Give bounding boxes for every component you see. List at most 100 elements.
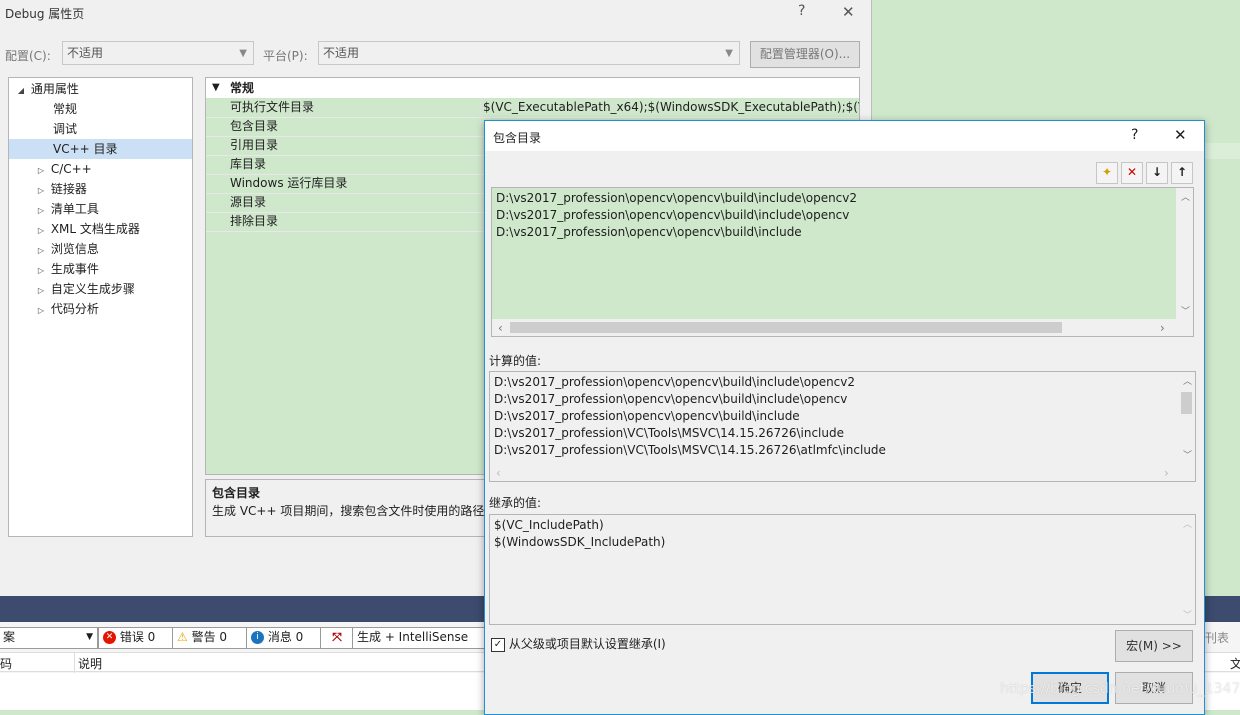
collapsed-triangle-icon: ▷ (37, 306, 45, 315)
tree-group-linker[interactable]: ▷ 链接器 (35, 179, 87, 199)
platform-label: 平台(P): (263, 49, 308, 63)
include-dirs-editor[interactable]: D:\vs2017_profession\opencv\opencv\build… (491, 187, 1194, 337)
info-icon: i (251, 631, 264, 644)
computed-line: D:\vs2017_profession\VC\Tools\MSVC\14.15… (494, 443, 886, 457)
dialog-close-icon[interactable]: ✕ (1174, 126, 1187, 144)
chevron-down-icon: ▼ (86, 632, 93, 642)
delete-icon[interactable]: ✕ (1121, 162, 1143, 184)
tree-group-build-events[interactable]: ▷ 生成事件 (35, 259, 99, 279)
collapsed-triangle-icon: ▷ (37, 266, 45, 275)
col-code[interactable]: 码 (0, 655, 12, 672)
computed-line: D:\vs2017_profession\opencv\opencv\build… (494, 392, 848, 406)
vertical-scrollbar[interactable]: ︿ ﹀ (1176, 188, 1193, 319)
chevron-left-icon[interactable]: ‹ (496, 466, 501, 480)
chevron-left-icon[interactable]: ‹ (498, 321, 503, 335)
platform-value: 不适用 (323, 46, 360, 60)
computed-line: D:\vs2017_profession\opencv\opencv\build… (494, 409, 800, 423)
chevron-down-icon: ▼ (239, 48, 247, 59)
computed-line: D:\vs2017_profession\VC\Tools\MSVC\14.15… (494, 426, 844, 440)
collapsed-triangle-icon: ▷ (37, 186, 45, 195)
macros-button[interactable]: 宏(M) >> (1115, 630, 1193, 662)
chevron-down-icon: ▼ (725, 48, 733, 59)
tree-root[interactable]: ◢ 通用属性 (15, 79, 79, 99)
collapsed-triangle-icon: ▷ (37, 286, 45, 295)
inherited-line: $(WindowsSDK_IncludePath) (494, 535, 666, 549)
grid-section-header[interactable]: ▼ 常规 (206, 78, 859, 98)
computed-values-list: D:\vs2017_profession\opencv\opencv\build… (489, 371, 1196, 482)
collapse-icon: ▼ (212, 82, 220, 93)
tree-group-manifest[interactable]: ▷ 清单工具 (35, 199, 99, 219)
dialog-help-button[interactable]: ? (1131, 127, 1138, 143)
tree-group-code-analysis[interactable]: ▷ 代码分析 (35, 299, 99, 319)
warnings-filter-button[interactable]: ⚠ 警告 0 (172, 627, 248, 649)
chevron-up-icon[interactable]: ︿ (1181, 190, 1190, 203)
col-divider (74, 653, 75, 673)
errors-filter-button[interactable]: ✕ 错误 0 (98, 627, 174, 649)
chevron-up-icon[interactable]: ︿ (1183, 374, 1192, 387)
chevron-up-icon[interactable]: ︿ (1183, 517, 1192, 530)
tree-group-browse[interactable]: ▷ 浏览信息 (35, 239, 99, 259)
chevron-down-icon[interactable]: ﹀ (1183, 608, 1192, 621)
description-text: 生成 VC++ 项目期间，搜索包含文件时使用的路径。 (212, 504, 497, 518)
entry-line[interactable]: D:\vs2017_profession\opencv\opencv\build… (496, 224, 857, 241)
vertical-scrollbar[interactable]: ︿ ﹀ (1178, 515, 1195, 624)
inherited-values-list: $(VC_IncludePath) $(WindowsSDK_IncludePa… (489, 514, 1196, 625)
warning-icon: ⚠ (177, 630, 188, 644)
horizontal-scrollbar[interactable]: ‹ › (492, 319, 1193, 336)
entry-line[interactable]: D:\vs2017_profession\opencv\opencv\build… (496, 207, 857, 224)
tree-group-cpp[interactable]: ▷ C/C++ (35, 159, 92, 179)
config-combo[interactable]: 不适用 ▼ (62, 41, 254, 65)
inherited-label: 继承的值: (489, 496, 542, 510)
tree-item-vc-directories[interactable]: VC++ 目录 (9, 139, 192, 159)
grid-row-exe-dirs[interactable]: 可执行文件目录 $(VC_ExecutablePath_x64);$(Window… (206, 98, 859, 118)
chevron-down-icon[interactable]: ﹀ (1181, 304, 1190, 317)
help-button[interactable]: ? (798, 3, 805, 19)
right-partial-label: 刊表 (1205, 631, 1230, 645)
dialog-title: 包含目录 (493, 131, 542, 145)
tree-item-general[interactable]: 常规 (53, 99, 77, 119)
watermark-text: https://blog.csdn.net/kuumu_1347 (1000, 681, 1240, 697)
computed-label: 计算的值: (489, 354, 542, 368)
config-label: 配置(C): (5, 49, 51, 63)
config-manager-button[interactable]: 配置管理器(O)... (750, 41, 860, 68)
platform-combo[interactable]: 不适用 ▼ (318, 41, 740, 65)
chevron-right-icon[interactable]: › (1164, 466, 1169, 480)
inherit-checkbox[interactable]: ✓ 从父级或项目默认设置继承(I) (491, 635, 666, 652)
close-icon[interactable]: ✕ (842, 3, 855, 21)
vertical-scrollbar[interactable]: ︿ ﹀ (1178, 372, 1195, 464)
error-icon: ✕ (103, 631, 116, 644)
collapsed-triangle-icon: ▷ (37, 206, 45, 215)
scroll-thumb[interactable] (1181, 392, 1192, 414)
move-down-icon[interactable]: ↓ (1146, 162, 1168, 184)
messages-filter-button[interactable]: i 消息 0 (246, 627, 322, 649)
computed-line: D:\vs2017_profession\opencv\opencv\build… (494, 375, 856, 389)
tree-group-xml[interactable]: ▷ XML 文档生成器 (35, 219, 140, 239)
category-tree: ◢ 通用属性 常规 调试 VC++ 目录 ▷ C/C++ ▷ 链接器 ▷ 清单工… (8, 77, 193, 537)
checkbox-checked-icon: ✓ (491, 637, 505, 652)
dialog-titlebar: 包含目录 ? ✕ (485, 121, 1204, 151)
window-title: Debug 属性页 (5, 7, 85, 21)
horizontal-scrollbar[interactable]: ‹ › (490, 464, 1178, 481)
scope-combo[interactable]: 案 ▼ (0, 627, 98, 649)
move-up-icon[interactable]: ↑ (1171, 162, 1193, 184)
inherited-line: $(VC_IncludePath) (494, 518, 604, 532)
collapsed-triangle-icon: ▷ (37, 226, 45, 235)
include-dirs-dialog: 包含目录 ? ✕ ✦ ✕ ↓ ↑ D:\vs2017_profession\op… (484, 120, 1205, 715)
tree-item-debugging[interactable]: 调试 (53, 119, 77, 139)
chevron-right-icon[interactable]: › (1160, 321, 1165, 335)
grid-column-divider[interactable] (480, 98, 481, 231)
config-value: 不适用 (67, 46, 104, 60)
clear-filter-icon[interactable]: ⤧ (320, 627, 354, 649)
scroll-thumb[interactable] (510, 322, 1062, 333)
right-partial-col: 文 (1230, 657, 1240, 671)
chevron-down-icon[interactable]: ﹀ (1183, 448, 1192, 461)
collapsed-triangle-icon: ▷ (37, 166, 45, 175)
collapsed-triangle-icon: ▷ (37, 246, 45, 255)
tree-group-custom-build[interactable]: ▷ 自定义生成步骤 (35, 279, 135, 299)
background-line (1205, 143, 1240, 159)
description-title: 包含目录 (212, 486, 261, 500)
entry-line[interactable]: D:\vs2017_profession\opencv\opencv\build… (496, 190, 857, 207)
build-filter-combo[interactable]: 生成 + IntelliSense (352, 627, 496, 649)
new-line-icon[interactable]: ✦ (1096, 162, 1118, 184)
col-description[interactable]: 说明 (78, 655, 102, 672)
